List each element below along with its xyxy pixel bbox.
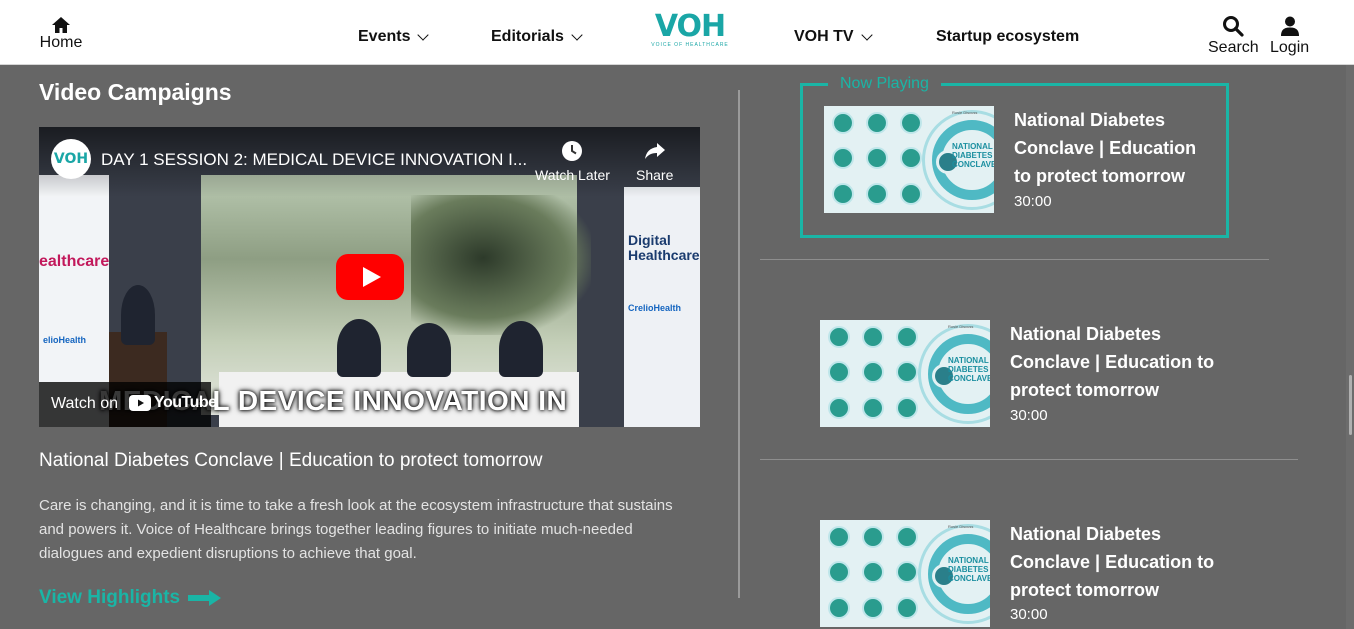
playlist-item-title[interactable]: National Diabetes Conclave | Education t… xyxy=(1014,106,1214,190)
home-label: Home xyxy=(39,34,83,51)
section-title: Video Campaigns xyxy=(39,79,232,105)
clock-icon xyxy=(562,141,583,161)
channel-avatar[interactable]: VOH xyxy=(51,139,91,179)
view-highlights-link[interactable]: View Highlights xyxy=(39,587,222,609)
video-panelist-figure xyxy=(407,323,451,377)
video-title[interactable]: DAY 1 SESSION 2: MEDICAL DEVICE INNOVATI… xyxy=(101,150,527,170)
video-panelist-figure xyxy=(337,319,381,377)
play-icon[interactable] xyxy=(336,254,404,300)
watch-later-button[interactable]: Watch Later xyxy=(535,139,610,183)
video-screen-speaker xyxy=(411,195,591,335)
top-nav-bar: Home Events Editorials VOH VOICE OF HEAL… xyxy=(0,0,1354,65)
playlist-item-title[interactable]: National Diabetes Conclave | Education t… xyxy=(1010,520,1230,604)
thumbnail-speakers xyxy=(828,326,928,424)
thumbnail-brand: Rosie Discuss xyxy=(948,324,974,329)
search-button[interactable]: Search xyxy=(1208,15,1259,57)
video-speaker-figure xyxy=(121,285,155,345)
chevron-down-icon xyxy=(860,28,873,41)
logo-text: VOH xyxy=(654,9,726,44)
chevron-down-icon xyxy=(571,28,583,41)
nav-editorials[interactable]: Editorials xyxy=(491,28,583,46)
playlist-item-duration: 30:00 xyxy=(1010,407,1048,424)
share-icon xyxy=(644,143,665,159)
search-icon xyxy=(1223,16,1244,37)
playlist-divider xyxy=(760,459,1298,460)
banner-right-sponsor: CrelioHealth xyxy=(628,303,682,313)
login-button[interactable]: Login xyxy=(1270,15,1309,57)
watch-later-label: Watch Later xyxy=(535,167,610,183)
nav-startup-ecosystem[interactable]: Startup ecosystem xyxy=(936,28,1079,46)
thumbnail-brand: Rosie Discuss xyxy=(952,110,978,115)
playlist-item-title[interactable]: National Diabetes Conclave | Education t… xyxy=(1010,320,1230,404)
banner-left-text: ealthcare xyxy=(39,253,110,270)
now-playing-label: Now Playing xyxy=(828,75,941,93)
nav-editorials-label: Editorials xyxy=(491,28,564,45)
nav-voh-tv-label: VOH TV xyxy=(794,28,854,45)
column-divider xyxy=(738,90,740,598)
user-icon xyxy=(1280,16,1299,36)
nav-startup-ecosystem-label: Startup ecosystem xyxy=(936,28,1080,45)
video-panelist-figure xyxy=(499,321,543,377)
voh-logo[interactable]: VOH VOICE OF HEALTHCARE xyxy=(640,12,740,56)
thumbnail-title: NATIONAL DIABETES CONCLAVE xyxy=(952,142,994,169)
logo-subtitle: VOICE OF HEALTHCARE xyxy=(651,42,729,48)
banner-left-sponsor: elioHealth xyxy=(43,335,87,345)
share-label: Share xyxy=(636,167,674,183)
playlist-thumbnail[interactable]: Rosie Discuss NATIONAL DIABETES CONCLAVE xyxy=(820,320,990,427)
watch-on-label: Watch on xyxy=(51,395,118,412)
playlist-thumbnail[interactable]: Rosie Discuss NATIONAL DIABETES CONCLAVE xyxy=(824,106,994,213)
playlist-item-duration: 30:00 xyxy=(1010,606,1048,623)
thumbnail-speakers xyxy=(832,112,932,210)
playlist-divider xyxy=(760,259,1269,260)
video-heading: National Diabetes Conclave | Education t… xyxy=(39,450,543,471)
playlist-item-duration: 30:00 xyxy=(1014,193,1052,210)
thumbnail-title: NATIONAL DIABETES CONCLAVE xyxy=(948,556,990,583)
video-player[interactable]: ealthcare elioHealth Digital Healthcare … xyxy=(39,127,700,427)
search-label: Search xyxy=(1208,39,1259,56)
playlist-thumbnail[interactable]: Rosie Discuss NATIONAL DIABETES CONCLAVE xyxy=(820,520,990,627)
home-icon xyxy=(52,17,70,33)
nav-events[interactable]: Events xyxy=(358,28,430,46)
page-scrollbar[interactable] xyxy=(1346,65,1354,629)
thumbnail-title: NATIONAL DIABETES CONCLAVE xyxy=(948,356,990,383)
login-label: Login xyxy=(1270,39,1310,56)
video-banner-right: Digital Healthcare CrelioHealth xyxy=(624,187,700,427)
banner-right-text: Digital Healthcare xyxy=(628,232,700,263)
chevron-down-icon xyxy=(417,28,430,41)
view-highlights-label: View Highlights xyxy=(39,587,181,608)
watch-on-youtube-button[interactable]: Watch on YouTube xyxy=(39,382,217,427)
home-link[interactable]: Home xyxy=(38,16,84,52)
youtube-wordmark: YouTube xyxy=(154,394,217,411)
video-description: Care is changing, and it is time to take… xyxy=(39,497,673,562)
thumbnail-speakers xyxy=(828,526,928,624)
scrollbar-thumb[interactable] xyxy=(1349,375,1352,435)
share-button[interactable]: Share xyxy=(636,139,673,183)
nav-voh-tv[interactable]: VOH TV xyxy=(794,28,873,46)
arrow-right-icon xyxy=(188,590,222,606)
nav-events-label: Events xyxy=(358,28,411,45)
thumbnail-brand: Rosie Discuss xyxy=(948,524,974,529)
youtube-icon xyxy=(129,395,151,411)
youtube-logo: YouTube xyxy=(129,394,217,412)
